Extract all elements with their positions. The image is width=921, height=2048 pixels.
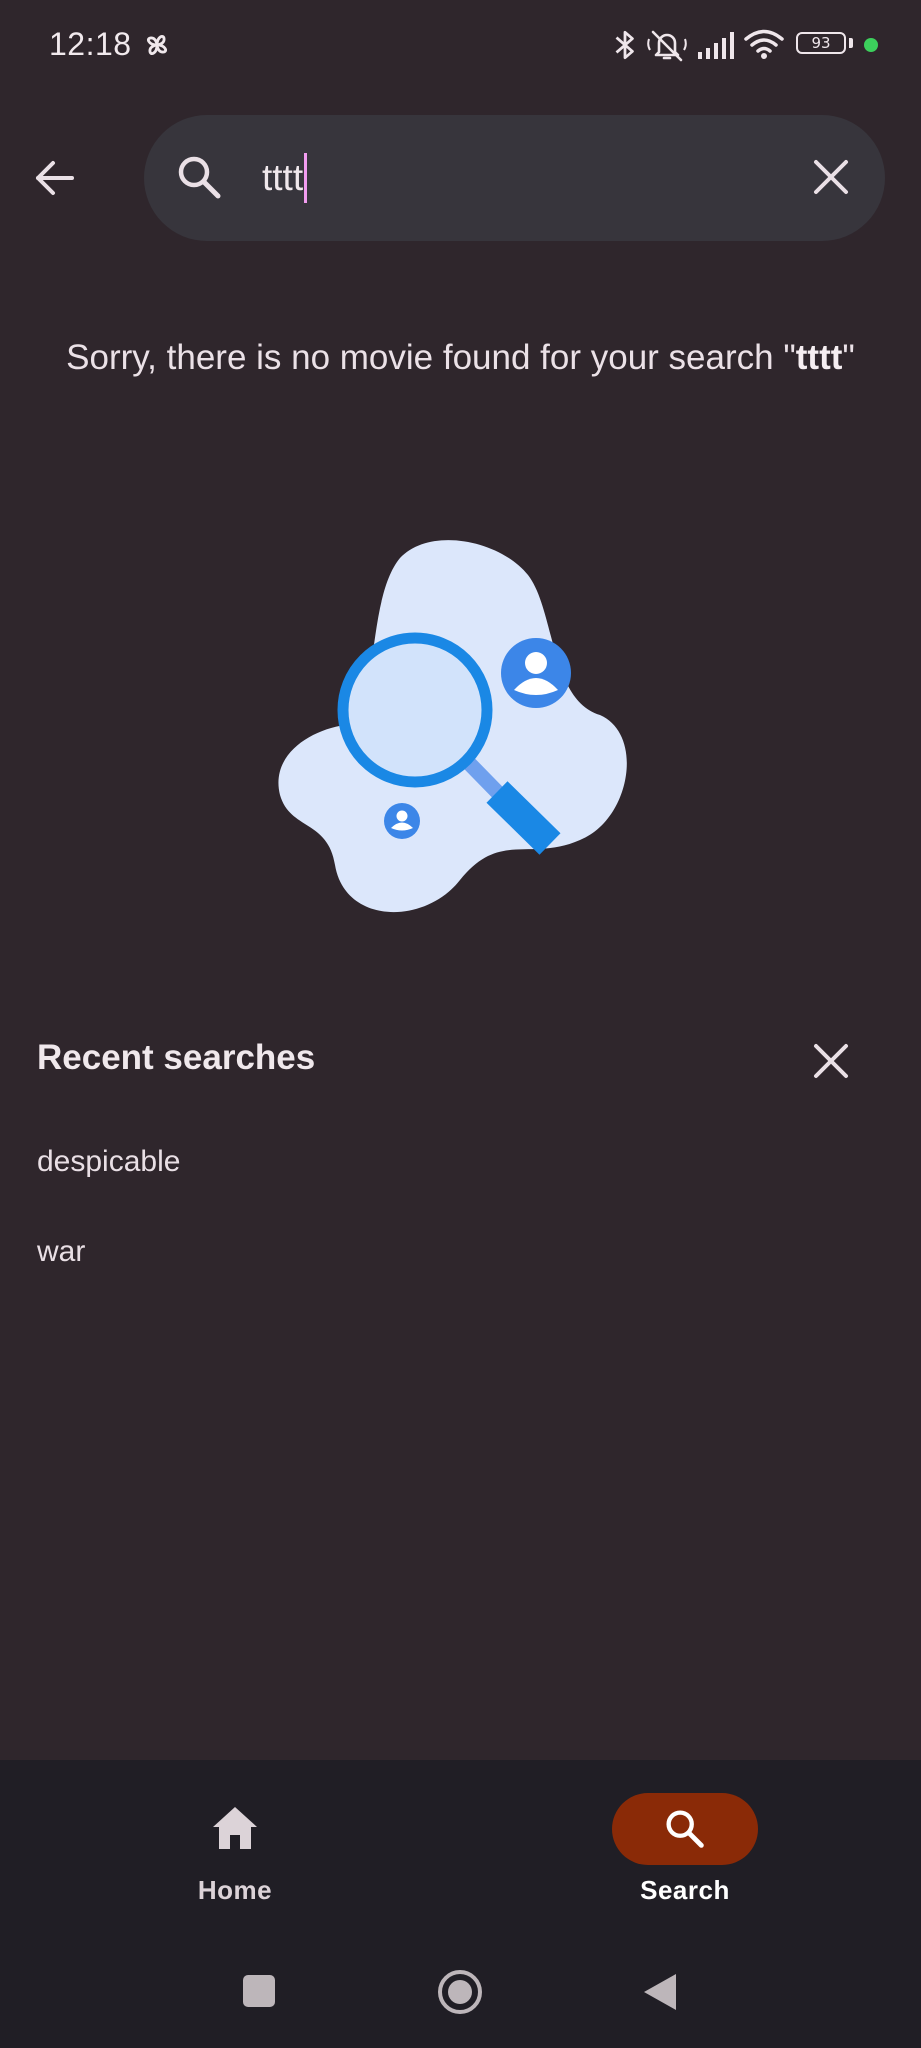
search-query-text: tttt xyxy=(262,157,304,198)
text-caret xyxy=(304,153,308,203)
status-time: 12:18 xyxy=(49,26,132,62)
close-icon xyxy=(814,1044,848,1078)
battery-icon: 93 xyxy=(796,32,846,54)
user-avatar-small-icon xyxy=(384,803,420,839)
battery-nub xyxy=(849,38,853,48)
nav-active-indicator xyxy=(612,1793,758,1865)
nav-search-label: Search xyxy=(640,1875,730,1905)
clear-recent-searches-button[interactable] xyxy=(804,1034,858,1088)
no-results-message: Sorry, there is no movie found for your … xyxy=(60,330,861,385)
close-icon xyxy=(814,160,848,194)
arrow-left-icon xyxy=(36,161,74,195)
nav-item-home[interactable]: Home xyxy=(170,1780,300,1920)
privacy-indicator-dot xyxy=(864,38,878,52)
recent-search-item[interactable]: despicable xyxy=(37,1132,887,1192)
bluetooth-icon xyxy=(615,30,634,60)
search-icon xyxy=(178,156,221,199)
recent-search-item[interactable]: war xyxy=(37,1222,887,1282)
home-circle-icon[interactable] xyxy=(436,1968,484,2016)
search-icon xyxy=(666,1810,704,1848)
no-results-query: tttt xyxy=(795,338,843,377)
no-results-illustration xyxy=(278,540,627,913)
clear-search-button[interactable] xyxy=(804,150,858,204)
back-button[interactable] xyxy=(24,148,84,208)
search-input[interactable]: tttt xyxy=(262,150,308,206)
recents-square-icon[interactable] xyxy=(242,1974,276,2008)
nav-item-search[interactable]: Search xyxy=(600,1780,770,1920)
back-triangle-icon[interactable] xyxy=(642,1972,678,2012)
recent-searches-title: Recent searches xyxy=(37,1038,316,1077)
no-results-prefix: Sorry, there is no movie found for your … xyxy=(66,338,796,377)
silent-alarm-icon xyxy=(647,30,687,62)
nav-home-label: Home xyxy=(197,1875,273,1905)
wifi-icon xyxy=(744,29,784,59)
home-icon xyxy=(213,1807,257,1849)
no-results-suffix: " xyxy=(842,338,855,377)
system-navigation-bar xyxy=(0,1944,921,2048)
user-avatar-large-icon xyxy=(501,638,571,708)
pinwheel-icon xyxy=(147,35,167,55)
signal-icon xyxy=(698,32,734,59)
bottom-navigation xyxy=(0,1760,921,1944)
search-bar[interactable] xyxy=(144,115,885,241)
